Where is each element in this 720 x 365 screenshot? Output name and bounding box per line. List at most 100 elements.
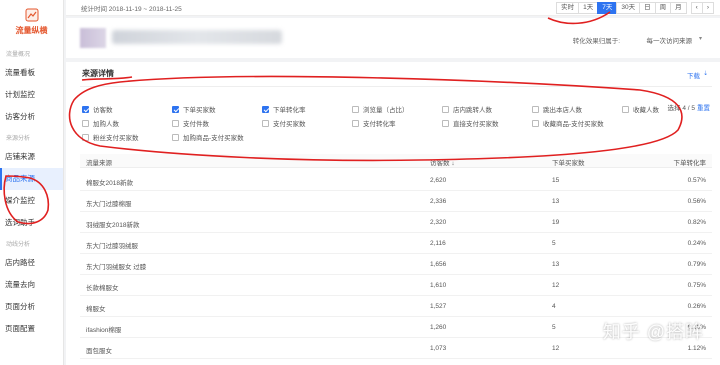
cell-source: 棉服女2018新款	[86, 180, 133, 187]
nav-item-plan-monitor[interactable]: 计划监控	[0, 84, 63, 106]
metric-pay-buyers[interactable]: 支付买家数	[262, 118, 306, 128]
range-week-button[interactable]: 周	[654, 2, 672, 14]
table-header: 流量来源 访客数 ↓ 下单买家数 下单转化率	[80, 154, 712, 168]
checkbox[interactable]	[82, 105, 89, 113]
cell-order-buyers: 5	[552, 240, 556, 247]
chevron-down-icon[interactable]: ▾	[699, 35, 702, 42]
cell-order-buyers: 12	[552, 345, 560, 352]
checkbox[interactable]	[532, 105, 539, 113]
cell-order-rate: 0.57%	[687, 177, 706, 184]
table-row[interactable]: 东大门过膝羽绒服 2,116 5 0.24%	[80, 233, 712, 254]
checkbox[interactable]	[82, 133, 89, 141]
checkbox[interactable]	[352, 105, 359, 113]
checkbox[interactable]	[442, 105, 449, 113]
nav-item-visitor-analysis[interactable]: 访客分析	[0, 106, 63, 128]
cell-visitors: 2,116	[430, 240, 446, 247]
cell-order-buyers: 13	[552, 198, 560, 205]
metric-favorites[interactable]: 收藏人数	[622, 104, 659, 114]
nav-item-page-config[interactable]: 页面配置	[0, 318, 63, 340]
cell-visitors: 1,527	[430, 303, 447, 310]
nav-section-path: 动线分析	[6, 242, 31, 248]
range-realtime-button[interactable]: 实时	[556, 2, 580, 14]
metric-direct-pay[interactable]: 直接支付买家数	[442, 118, 499, 128]
nav-section-source: 来源分析	[6, 136, 31, 142]
shop-avatar	[80, 28, 106, 48]
metric-pageviews[interactable]: 浏览量（占比）	[352, 104, 409, 114]
metric-cart-pay[interactable]: 加购商品-支付买家数	[172, 132, 244, 142]
checkbox[interactable]	[262, 119, 269, 127]
metric-fav-pay[interactable]: 收藏商品-支付买家数	[532, 118, 604, 128]
cell-order-rate: 1.12%	[687, 345, 706, 352]
attribution-select[interactable]: 每一次访问来源	[647, 35, 693, 45]
cell-order-buyers: 19	[552, 219, 560, 226]
range-day-button[interactable]: 日	[639, 2, 656, 14]
checkbox[interactable]	[82, 119, 89, 127]
table-row[interactable]: 东大门过膝棉服 2,336 13 0.56%	[80, 191, 712, 212]
checkbox[interactable]	[172, 119, 179, 127]
metric-visitors[interactable]: 访客数	[82, 104, 113, 114]
panel-title: 来源详情	[82, 69, 114, 78]
checkbox[interactable]	[172, 133, 179, 141]
table-row[interactable]: 棉服女 1,527 4 0.26%	[80, 296, 712, 317]
table-row[interactable]: 羽绒服女2018新款 2,320 19 0.82%	[80, 212, 712, 233]
metric-add-cart[interactable]: 加购人数	[82, 118, 119, 128]
range-month-button[interactable]: 月	[670, 2, 687, 14]
cell-visitors: 2,336	[430, 198, 447, 205]
range-30day-button[interactable]: 30天	[616, 2, 641, 14]
checkbox[interactable]	[622, 105, 629, 113]
nav-item-shop-source[interactable]: 店铺来源	[0, 146, 63, 168]
cell-source: 东大门羽绒服女 过膝	[86, 264, 147, 271]
cell-source: 东大门过膝羽绒服	[86, 243, 138, 250]
stat-time: 统计时间 2018-11-19 ~ 2018-11-25	[81, 6, 182, 13]
cell-visitors: 1,073	[430, 345, 447, 352]
nav-item-traffic-destination[interactable]: 流量去向	[0, 274, 63, 296]
metric-pay-rate[interactable]: 支付转化率	[352, 118, 396, 128]
cell-visitors: 1,656	[430, 261, 447, 268]
reset-button[interactable]: 重置	[697, 105, 710, 112]
nav-item-media-monitor[interactable]: 媒介监控	[0, 190, 63, 212]
cell-source: ifashion棉服	[86, 327, 122, 334]
shop-header: 转化效果归属于: 每一次访问来源 ▾	[66, 18, 720, 58]
metric-inshop-jump[interactable]: 店内跳转人数	[442, 104, 492, 114]
range-7day-button[interactable]: 7天	[597, 2, 618, 14]
download-icon[interactable]: ⇣	[703, 70, 708, 77]
sort-desc-icon[interactable]: ↓	[451, 160, 454, 167]
chevron-right-icon[interactable]: ›	[701, 2, 714, 14]
col-order-rate: 下单转化率	[673, 160, 707, 167]
nav-item-keyword-helper[interactable]: 选词助手	[0, 212, 63, 234]
table-row[interactable]: 长款棉服女 1,610 12 0.75%	[80, 275, 712, 296]
top-bar: 统计时间 2018-11-19 ~ 2018-11-25 实时 1天 7天 30…	[66, 0, 720, 16]
metric-pay-items[interactable]: 支付件数	[172, 118, 209, 128]
table-row[interactable]: 东大门羽绒服女 过膝 1,656 13 0.79%	[80, 254, 712, 275]
cell-source: 东大门过膝棉服	[86, 201, 132, 208]
cell-visitors: 1,260	[430, 324, 447, 331]
metric-fan-pay[interactable]: 粉丝支付买家数	[82, 132, 139, 142]
metric-order-rate[interactable]: 下单转化率	[262, 104, 306, 114]
attribution-label: 转化效果归属于:	[572, 38, 620, 45]
checkbox[interactable]	[262, 105, 269, 113]
cell-order-rate: 0.79%	[687, 261, 706, 268]
cell-order-rate: 0.82%	[687, 219, 706, 226]
table-row[interactable]: 棉服女2018新款 2,620 15 0.57%	[80, 170, 712, 191]
cell-visitors: 2,620	[430, 177, 447, 184]
nav-item-page-analysis[interactable]: 页面分析	[0, 296, 63, 318]
metric-bounce[interactable]: 跳出本店人数	[532, 104, 582, 114]
download-link[interactable]: 下载	[687, 70, 700, 80]
nav-item-store-path[interactable]: 店内路径	[0, 252, 63, 274]
nav-item-product-source[interactable]: 商品来源	[0, 168, 63, 190]
sidebar: 流量纵横 流量概况 流量看板 计划监控 访客分析 来源分析 店铺来源 商品来源 …	[0, 0, 64, 365]
range-1day-button[interactable]: 1天	[578, 2, 599, 14]
watermark: 知乎 @搭眸	[602, 322, 704, 342]
table-row[interactable]: 棉袄女2018新款95330.31%	[80, 359, 712, 365]
nav-item-dashboard[interactable]: 流量看板	[0, 62, 63, 84]
cell-order-rate: 0.26%	[687, 303, 706, 310]
checkbox[interactable]	[172, 105, 179, 113]
metric-order-buyers[interactable]: 下单买家数	[172, 104, 216, 114]
date-range-selector: 实时 1天 7天 30天 日 周 月 ‹ ›	[556, 2, 714, 14]
checkbox[interactable]	[442, 119, 449, 127]
divider	[80, 86, 712, 87]
checkbox[interactable]	[532, 119, 539, 127]
col-visitors[interactable]: 访客数 ↓	[430, 157, 455, 167]
cell-source: 棉服女	[86, 306, 106, 313]
checkbox[interactable]	[352, 119, 359, 127]
